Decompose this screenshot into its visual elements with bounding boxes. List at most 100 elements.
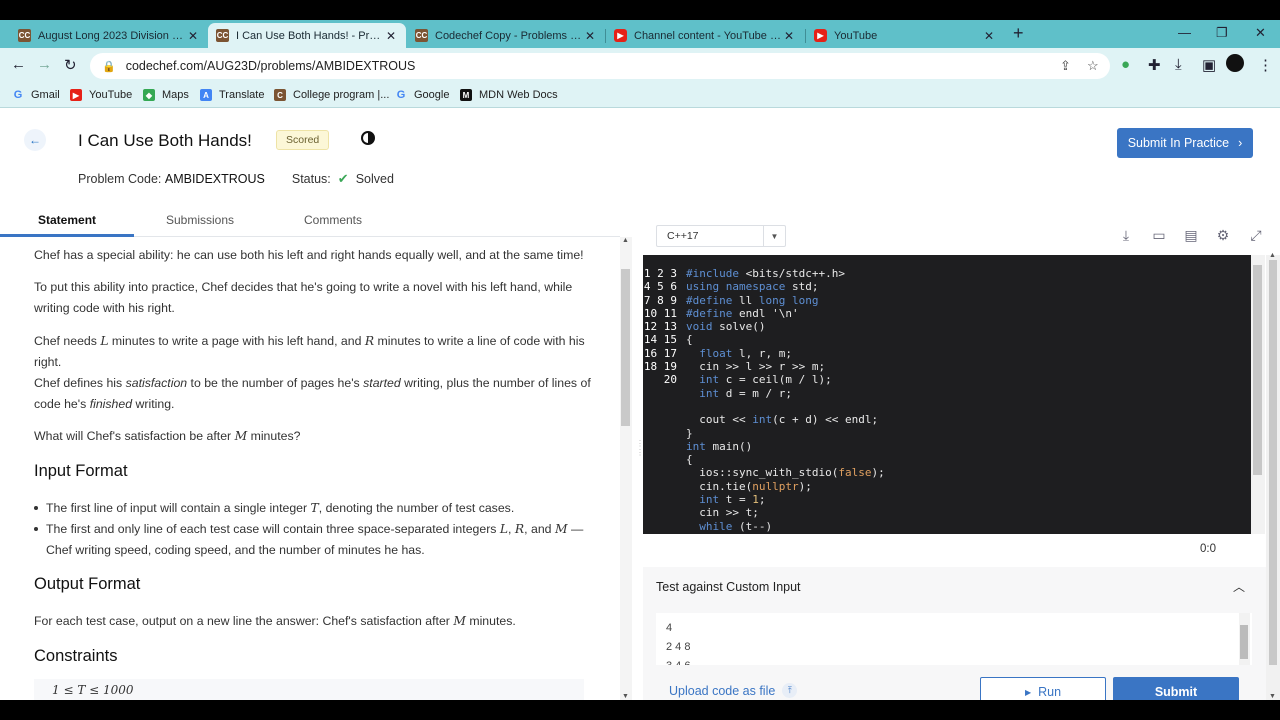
reload-icon[interactable]: ↻	[64, 56, 77, 74]
chevron-up-icon[interactable]: ︿	[1233, 578, 1245, 595]
menu-kebab-icon[interactable]: ⋮	[1258, 56, 1273, 74]
restore-icon[interactable]: ❐	[1216, 25, 1228, 41]
address-bar[interactable]: 🔒 codechef.com/AUG23D/problems/AMBIDEXTR…	[90, 53, 1110, 79]
run-button[interactable]: ▶ Run	[980, 677, 1106, 700]
editor-scrollbar[interactable]	[1251, 255, 1265, 534]
problem-meta: Problem Code: AMBIDEXTROUS Status: ✔ Sol…	[78, 171, 394, 187]
constraints-box: 1 ≤ T ≤ 1000	[34, 679, 584, 700]
browser-tab-codechef-copy[interactable]: CC Codechef Copy - Problems - Cod ✕	[407, 23, 605, 48]
bookmark-label: Google	[414, 89, 450, 101]
text: writing.	[135, 397, 175, 411]
bookmark-star-icon[interactable]: ☆	[1087, 58, 1099, 74]
codechef-icon: CC	[216, 29, 229, 42]
submit-practice-label: Submit In Practice	[1127, 136, 1230, 150]
close-icon[interactable]: ✕	[982, 29, 996, 43]
text: Chef defines his	[34, 376, 123, 390]
bookmark-translate[interactable]: A Translate	[200, 89, 264, 101]
code-line: #define ll long long	[686, 293, 819, 307]
line-numbers: 1 2 3 4 5 6 7 8 9 10 11 12 13 14 15 16 1…	[643, 267, 677, 387]
custom-input-field[interactable]: 4 2 4 8 3 4 6	[656, 613, 1252, 665]
tab-title: Channel content - YouTube Studi	[634, 29, 782, 42]
back-arrow-icon[interactable]: ←	[11, 56, 26, 73]
page-scrollbar[interactable]: ▲ ▼	[1266, 252, 1280, 700]
back-button[interactable]: ←	[24, 129, 46, 151]
bookmark-mdn[interactable]: M MDN Web Docs	[460, 89, 558, 101]
scroll-up-icon[interactable]: ▲	[622, 237, 629, 244]
theme-toggle-icon[interactable]	[361, 131, 375, 145]
code-line: ios::sync_with_stdio(false);	[686, 466, 885, 480]
minimize-icon[interactable]: —	[1178, 25, 1191, 40]
code-line: cin >> t;	[686, 506, 759, 520]
url-text: codechef.com/AUG23D/problems/AMBIDEXTROU…	[125, 59, 416, 73]
list-item: The first and only line of each test cas…	[34, 519, 591, 561]
download-icon[interactable]: ⤓	[1175, 56, 1182, 73]
profile-avatar[interactable]	[1226, 54, 1244, 72]
close-icon[interactable]: ✕	[782, 29, 796, 43]
code-line: cout << int(c + d) << endl;	[686, 413, 879, 427]
extensions-puzzle-icon[interactable]: ✚	[1148, 56, 1161, 74]
code-text[interactable]: #include <bits/stdc++.h> using namespace …	[686, 267, 885, 533]
input-scrollbar[interactable]	[1239, 613, 1250, 665]
custom-input-title[interactable]: Test against Custom Input	[656, 580, 801, 594]
share-icon[interactable]: ⇪	[1060, 58, 1071, 74]
input-format-heading: Input Format	[34, 462, 128, 480]
browser-tab-contest[interactable]: CC August Long 2023 Division 4 (Un ✕	[10, 23, 208, 48]
tab-submissions[interactable]: Submissions	[166, 213, 234, 227]
scrollbar-thumb[interactable]	[1240, 625, 1248, 659]
scroll-down-icon[interactable]: ▼	[1269, 693, 1276, 700]
submit-button[interactable]: Submit	[1113, 677, 1239, 700]
text: Chef writing speed, coding speed, and th…	[46, 543, 425, 557]
tab-comments[interactable]: Comments	[304, 213, 362, 227]
scroll-down-icon[interactable]: ▼	[622, 693, 629, 700]
text: Chef needs	[34, 334, 97, 348]
scrollbar-thumb[interactable]	[621, 269, 630, 426]
close-icon[interactable]: ✕	[583, 29, 597, 43]
scrollbar-thumb[interactable]	[1269, 260, 1277, 665]
output-format-heading: Output Format	[34, 575, 141, 593]
youtube-icon: ▶	[70, 89, 82, 101]
fullscreen-icon[interactable]: ⤢	[1247, 227, 1265, 244]
problem-code-label: Problem Code:	[78, 172, 162, 186]
tab-statement[interactable]: Statement	[38, 213, 96, 227]
code-line: int main()	[686, 439, 753, 453]
browser-tab-youtube[interactable]: ▶ YouTube ✕	[806, 23, 1004, 48]
settings-gear-icon[interactable]: ⚙	[1214, 227, 1232, 244]
forward-arrow-icon[interactable]: →	[37, 56, 52, 73]
browser-tab-yt-studio[interactable]: ▶ Channel content - YouTube Studi ✕	[606, 23, 804, 48]
bookmark-google[interactable]: G Google	[395, 89, 450, 101]
new-tab-icon[interactable]: +	[1013, 23, 1024, 44]
download-code-icon[interactable]: ⤓	[1117, 227, 1135, 244]
code-editor[interactable]: 1 2 3 4 5 6 7 8 9 10 11 12 13 14 15 16 1…	[643, 255, 1251, 534]
code-line: int d = m / r;	[699, 386, 792, 400]
bookmark-youtube[interactable]: ▶ YouTube	[70, 89, 132, 101]
scroll-up-icon[interactable]: ▲	[1269, 252, 1276, 259]
scrollbar-thumb[interactable]	[1253, 265, 1262, 475]
bookmark-gmail[interactable]: G Gmail	[12, 89, 60, 101]
window-close-icon[interactable]: ✕	[1255, 25, 1266, 41]
text: For each test case, output on a new line…	[34, 614, 450, 628]
mdn-icon: M	[460, 89, 472, 101]
language-select[interactable]: C++17 ▼	[656, 225, 786, 247]
scored-badge: Scored	[276, 130, 330, 150]
extension-green-icon[interactable]: ●	[1121, 56, 1130, 73]
math-var: R	[514, 522, 525, 536]
bookmark-college-program[interactable]: C College program |...	[274, 89, 389, 101]
codechef-icon: CC	[415, 29, 428, 42]
browser-tab-problem[interactable]: CC I Can Use Both Hands! - Problem ✕	[208, 23, 406, 48]
upload-code-link[interactable]: Upload code as file ⤒	[669, 683, 798, 698]
close-icon[interactable]: ✕	[384, 29, 398, 43]
maps-icon: ◆	[143, 89, 155, 101]
codechef-icon: C	[274, 89, 286, 101]
text-italic: satisfaction	[125, 376, 188, 390]
bookmark-label: Maps	[162, 89, 189, 101]
console-icon[interactable]: ▭	[1150, 227, 1168, 244]
math-var: M	[234, 429, 248, 443]
close-icon[interactable]: ✕	[186, 29, 200, 43]
math-var: M	[554, 522, 568, 536]
youtube-icon: ▶	[814, 29, 827, 42]
statement-scrollbar[interactable]: ▲ ▼	[620, 237, 632, 700]
side-panel-icon[interactable]: ▣	[1202, 56, 1216, 74]
bookmark-maps[interactable]: ◆ Maps	[143, 89, 189, 101]
submit-in-practice-button[interactable]: Submit In Practice ›	[1117, 128, 1253, 158]
save-icon[interactable]: ▤	[1182, 227, 1200, 244]
